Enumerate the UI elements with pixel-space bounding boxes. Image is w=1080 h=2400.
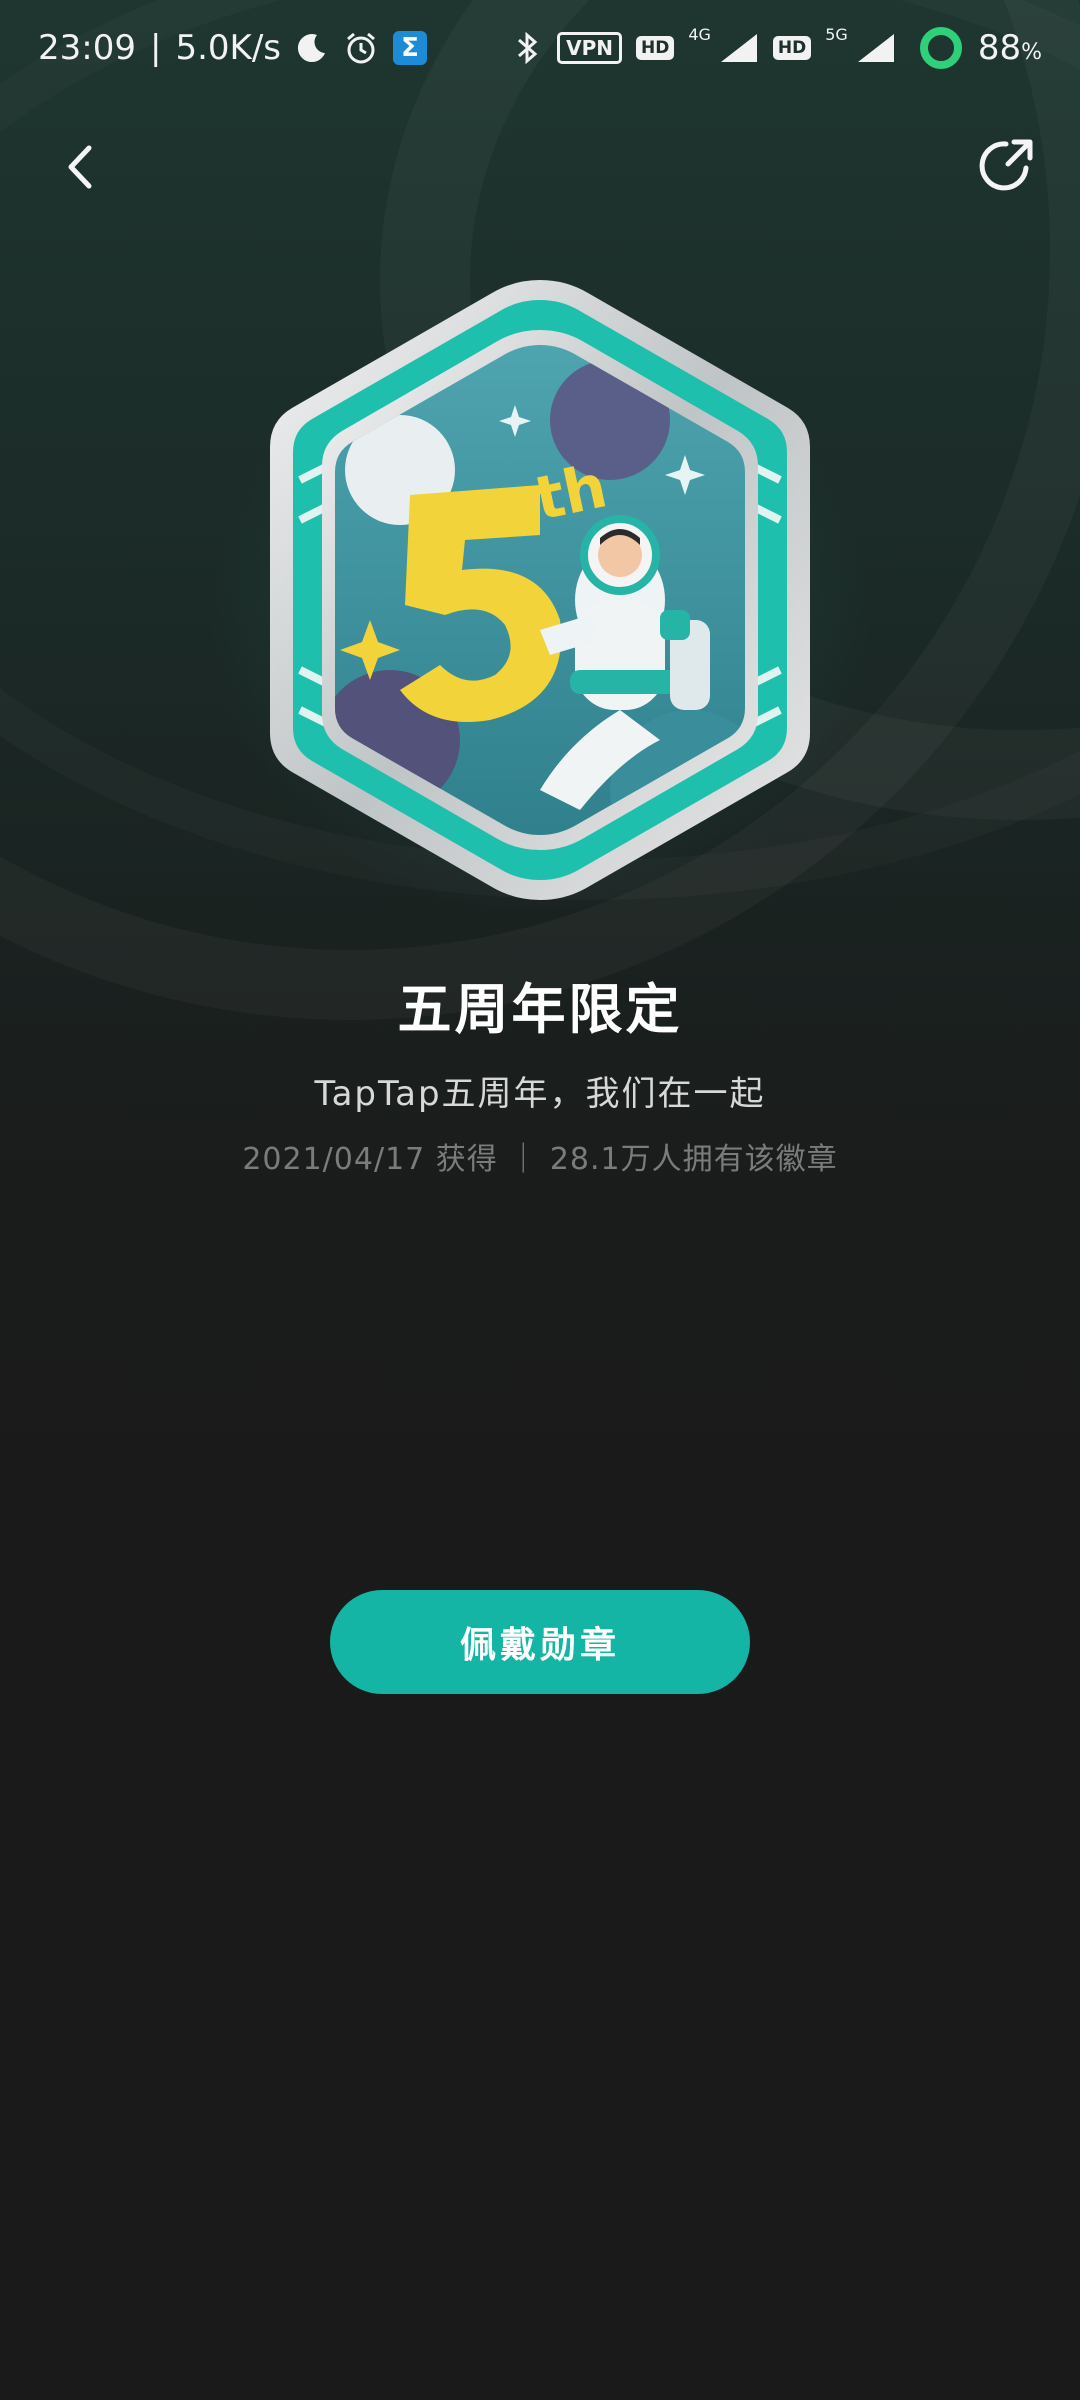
- wear-badge-button[interactable]: 佩戴勋章: [330, 1590, 750, 1694]
- bluetooth-icon: [513, 30, 543, 66]
- clock: 23:09: [38, 28, 136, 68]
- alarm-icon: [343, 30, 379, 66]
- share-button[interactable]: [968, 128, 1044, 204]
- signal-icon-2: [856, 32, 896, 64]
- badge-title: 五周年限定: [397, 977, 683, 1041]
- share-arrow-icon: [979, 139, 1033, 191]
- sigma-app-icon: Σ: [393, 31, 427, 65]
- status-bar: 23:09 | 5.0K/s Σ VPN HD 4G HD 5G 88%: [0, 0, 1080, 96]
- vpn-badge: VPN: [557, 32, 622, 64]
- back-button[interactable]: [46, 132, 116, 202]
- status-separator: |: [149, 28, 162, 68]
- hd-badge-1: HD: [635, 36, 675, 60]
- battery-ring-icon: [918, 25, 964, 71]
- badge-image: th: [240, 270, 840, 910]
- chevron-left-icon: [68, 145, 92, 189]
- moon-icon: [295, 31, 329, 65]
- network-type-2: 5G: [825, 24, 848, 44]
- hd-badge-2: HD: [772, 36, 812, 60]
- signal-icon-1: [719, 32, 759, 64]
- network-speed: 5.0K/s: [175, 28, 281, 68]
- badge-description: TapTap五周年，我们在一起: [314, 1074, 766, 1114]
- network-type-1: 4G: [688, 24, 711, 44]
- battery-level: 88%: [977, 28, 1042, 68]
- badge-meta: 2021/04/17 获得 ｜ 28.1万人拥有该徽章: [242, 1142, 838, 1177]
